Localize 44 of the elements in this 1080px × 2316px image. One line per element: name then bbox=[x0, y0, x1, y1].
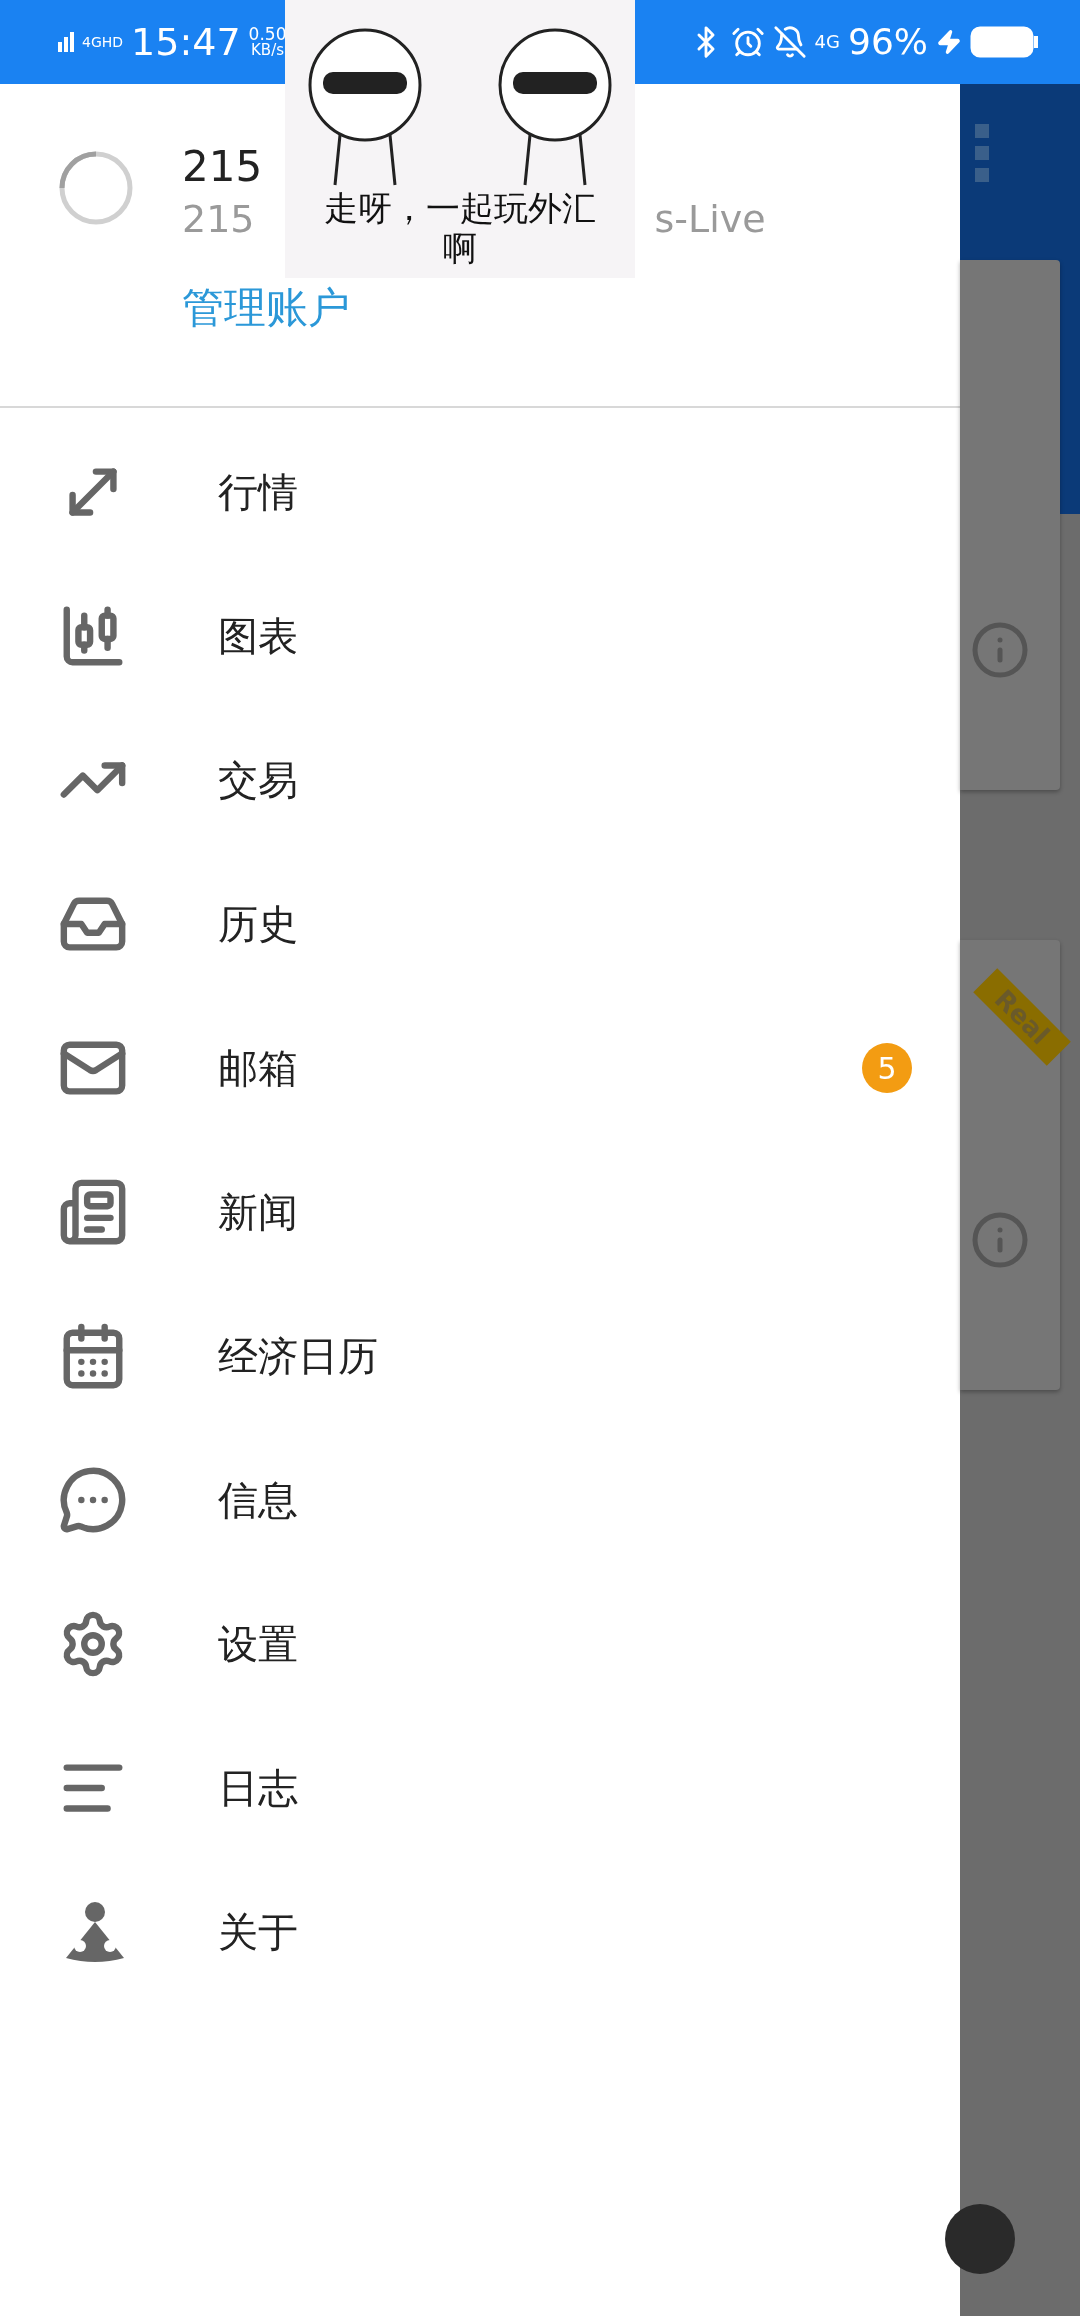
charging-icon bbox=[936, 29, 962, 55]
menu-item[interactable]: 关于 bbox=[0, 1860, 960, 2004]
speed-value: 0.50 bbox=[248, 26, 287, 43]
menu-item[interactable]: 图表 bbox=[0, 564, 960, 708]
unread-count: 5 bbox=[862, 1043, 912, 1093]
menu-item-label: 历史 bbox=[218, 899, 299, 949]
menu-item-label: 信息 bbox=[218, 1475, 299, 1525]
menu-item-label: 设置 bbox=[218, 1619, 299, 1669]
menu-item[interactable]: 经济日历 bbox=[0, 1284, 960, 1428]
chat-bubble-icon bbox=[58, 1465, 128, 1535]
info-icon bbox=[970, 620, 1030, 680]
menu-item-label: 经济日历 bbox=[218, 1331, 379, 1381]
info-icon bbox=[970, 1210, 1030, 1270]
battery-icon bbox=[970, 26, 1040, 58]
menu-item-label: 图表 bbox=[218, 611, 299, 661]
menu-item-label: 新闻 bbox=[218, 1187, 299, 1237]
menu-item[interactable]: 设置 bbox=[0, 1572, 960, 1716]
loading-spinner-icon bbox=[58, 150, 134, 226]
account-server: s-Live bbox=[654, 196, 766, 243]
clock: 15:47 bbox=[131, 23, 241, 61]
signal-icon bbox=[58, 32, 74, 52]
newspaper-icon bbox=[58, 1177, 128, 1247]
account-server: 215 bbox=[182, 196, 255, 243]
menu-item-label: 日志 bbox=[218, 1763, 299, 1813]
menu-item-label: 关于 bbox=[218, 1907, 299, 1957]
more-icon bbox=[975, 124, 989, 184]
speed-unit: KB/s bbox=[251, 43, 284, 58]
menu-item-label: 交易 bbox=[218, 755, 299, 805]
menu-item[interactable]: 行情 bbox=[0, 420, 960, 564]
battery-percent: 96% bbox=[848, 24, 928, 60]
bell-off-icon bbox=[772, 25, 807, 59]
menu-item[interactable]: 邮箱 5 bbox=[0, 996, 960, 1140]
mobile-data-label: 4G bbox=[814, 33, 840, 51]
menu-item-label: 邮箱 bbox=[218, 1043, 299, 1093]
menu-item[interactable]: 日志 bbox=[0, 1716, 960, 1860]
menu-item-label: 行情 bbox=[218, 467, 299, 517]
sticker-caption: 走呀，一起玩外汇啊 bbox=[323, 188, 597, 268]
menu-item[interactable]: 交易 bbox=[0, 708, 960, 852]
menu-item[interactable]: 历史 bbox=[0, 852, 960, 996]
menu-item[interactable]: 新闻 bbox=[0, 1140, 960, 1284]
account-number: 215 bbox=[182, 141, 264, 193]
network-type: 4GHD bbox=[82, 35, 124, 49]
alarm-icon bbox=[730, 25, 765, 59]
menu-item[interactable]: 信息 bbox=[0, 1428, 960, 1572]
